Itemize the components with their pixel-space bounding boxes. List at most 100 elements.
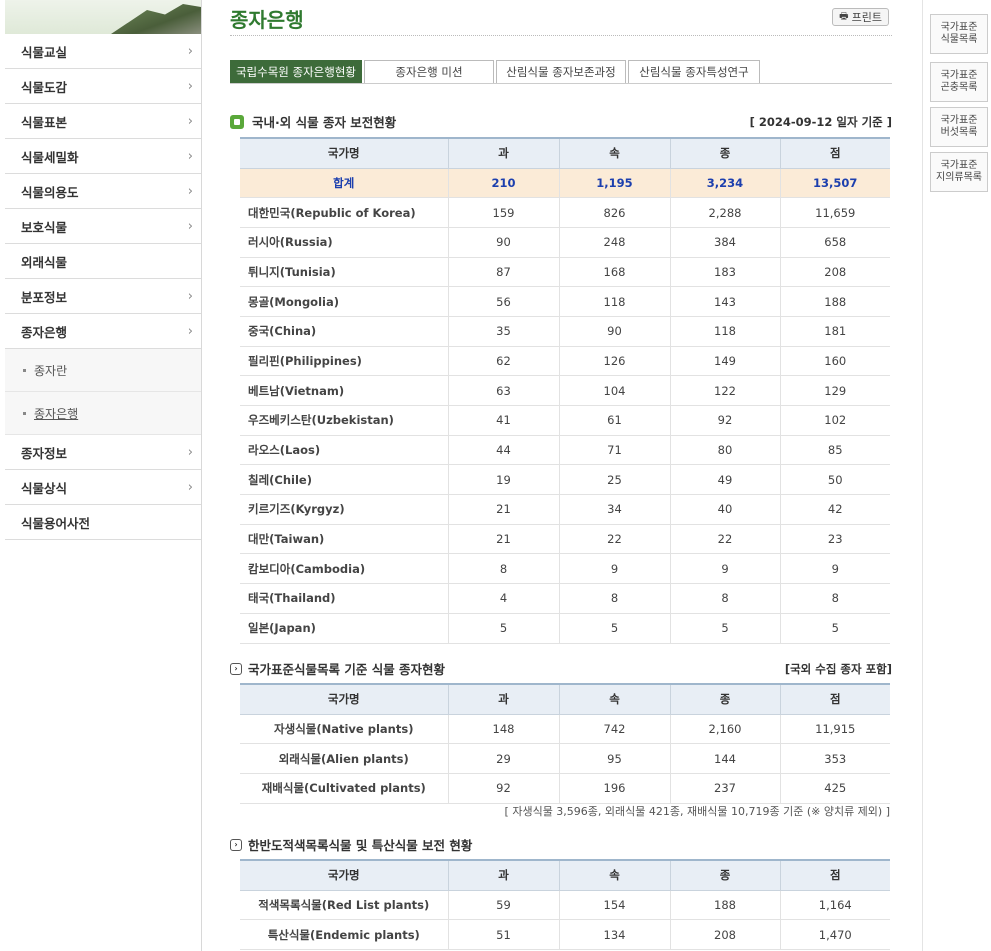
table-cell: 59: [447, 890, 559, 921]
table-cell: 143: [669, 286, 780, 317]
table-cell: 92: [447, 773, 559, 804]
quick-link-button[interactable]: 국가표준 식물목록: [930, 14, 988, 54]
table-cell: 13,507: [779, 168, 890, 199]
tab[interactable]: 종자은행 미션: [364, 60, 494, 83]
column-header: 종: [669, 859, 780, 891]
sidebar-item[interactable]: 식물의용도 ›: [5, 174, 201, 209]
sidebar-item[interactable]: 식물용어사전: [5, 505, 201, 540]
page-title: 종자은행: [230, 8, 304, 32]
table-row: 키르기즈(Kyrgyz) 21 34 40 42: [240, 494, 890, 525]
table-cell: 196: [558, 773, 670, 804]
table-cell: 1,470: [779, 919, 890, 950]
table-cell: 71: [558, 435, 670, 466]
section-standard-list-header: › 국가표준식물목록 기준 식물 종자현황 [국외 수집 종자 포함]: [230, 659, 892, 678]
table-cell: 42: [779, 494, 890, 525]
table-cell: 90: [558, 316, 670, 347]
sidebar-item-label: 식물상식: [21, 480, 68, 496]
sidebar-item-label: 종자정보: [21, 445, 68, 461]
sidebar-subitem-label: 종자란: [34, 363, 68, 378]
column-header: 점: [779, 683, 890, 715]
column-header: 과: [447, 137, 559, 169]
sidebar-item[interactable]: 종자은행 ›: [5, 314, 201, 349]
sidebar-item-label: 식물표본: [21, 114, 68, 130]
table-cell: 5: [669, 613, 780, 644]
table-cell: 4: [447, 583, 559, 614]
table-cell: 29: [447, 743, 559, 774]
chevron-right-icon: ›: [187, 323, 193, 339]
table-cell: 49: [669, 464, 780, 496]
quick-link-line1: 국가표준: [940, 160, 978, 171]
table-row: 재배식물(Cultivated plants) 92 196 237 425: [240, 773, 890, 804]
table-row: 적색목록식물(Red List plants) 59 154 188 1,164: [240, 890, 890, 921]
column-header: 국가명: [240, 683, 448, 715]
print-button[interactable]: 🖶 프린트: [832, 8, 889, 26]
sidebar-subitem[interactable]: 종자은행: [5, 392, 201, 435]
column-header: 점: [779, 137, 890, 169]
table-cell: 61: [558, 405, 670, 436]
table-header-row: 국가명 과 속 종 점: [240, 137, 890, 169]
table-cell: 합계: [240, 168, 448, 199]
table-cell: 우즈베키스탄(Uzbekistan): [240, 405, 448, 436]
sidebar-item[interactable]: 보호식물 ›: [5, 209, 201, 244]
table-cell: 104: [558, 375, 670, 406]
sidebar-item[interactable]: 식물표본 ›: [5, 104, 201, 139]
chevron-right-icon: ›: [187, 183, 193, 199]
table-cell: 튀니지(Tunisia): [240, 257, 448, 288]
column-header: 국가명: [240, 859, 448, 891]
table-row: 베트남(Vietnam) 63 104 122 129: [240, 375, 890, 406]
sidebar-banner-image: [5, 0, 201, 34]
table-cell: 자생식물(Native plants): [240, 714, 448, 745]
quick-link-line2: 지의류목록: [936, 172, 982, 183]
chevron-right-icon: ›: [187, 148, 193, 164]
table-cell: 5: [779, 613, 890, 644]
table-cell: 11,659: [779, 197, 890, 228]
sidebar-item[interactable]: 외래식물: [5, 244, 201, 279]
tab[interactable]: 산림식물 종자특성연구: [628, 60, 760, 83]
table-cell: 118: [669, 316, 780, 347]
sidebar-item[interactable]: 식물상식 ›: [5, 470, 201, 505]
table-row: 자생식물(Native plants) 148 742 2,160 11,915: [240, 714, 890, 745]
table-cell: 353: [779, 743, 890, 774]
table-cell: 특산식물(Endemic plants): [240, 919, 448, 950]
chevron-right-icon: ›: [187, 288, 193, 304]
sidebar-subitem[interactable]: 종자란: [5, 349, 201, 392]
sidebar-item[interactable]: 분포정보 ›: [5, 279, 201, 314]
title-row: 종자은행 🖶 프린트: [230, 0, 892, 36]
table-cell: 87: [447, 257, 559, 288]
table-row: 태국(Thailand) 4 8 8 8: [240, 583, 890, 614]
table-cell: 384: [669, 227, 780, 258]
table-cell: 95: [558, 743, 670, 774]
section-seed-status-header: 국내·외 식물 종자 보전현황 [ 2024-09-12 일자 기준 ]: [230, 112, 892, 131]
sidebar-item[interactable]: 식물교실 ›: [5, 34, 201, 69]
table-cell: 118: [558, 286, 670, 317]
table-row: 대만(Taiwan) 21 22 22 23: [240, 524, 890, 555]
quick-link-button[interactable]: 국가표준 지의류목록: [930, 152, 988, 192]
tab[interactable]: 국립수목원 종자은행현황: [230, 60, 362, 83]
sidebar-item[interactable]: 종자정보 ›: [5, 435, 201, 470]
table-cell: 칠레(Chile): [240, 464, 448, 496]
table-cell: 44: [447, 435, 559, 466]
table-cell: 41: [447, 405, 559, 436]
table-cell: 8: [558, 583, 670, 614]
sidebar-item[interactable]: 식물세밀화 ›: [5, 139, 201, 174]
quick-link-button[interactable]: 국가표준 버섯목록: [930, 107, 988, 147]
table-row: 중국(China) 35 90 118 181: [240, 316, 890, 347]
section-title: 국내·외 식물 종자 보전현황: [252, 115, 397, 130]
sidebar-item[interactable]: 식물도감 ›: [5, 69, 201, 104]
table-cell: 134: [558, 919, 670, 950]
table-row: 러시아(Russia) 90 248 384 658: [240, 227, 890, 258]
table-cell: 160: [779, 346, 890, 377]
table-cell: 237: [669, 773, 780, 804]
table-cell: 러시아(Russia): [240, 227, 448, 258]
table-cell: 129: [779, 375, 890, 406]
table-cell: 181: [779, 316, 890, 347]
table-cell: 9: [779, 553, 890, 585]
section-title: 한반도적색목록식물 및 특산식물 보전 현황: [248, 838, 473, 853]
table-footnote: [ 자생식물 3,596종, 외래식물 421종, 재배식물 10,719종 기…: [504, 805, 890, 818]
quick-link-button[interactable]: 국가표준 곤충목록: [930, 62, 988, 102]
table-row: 특산식물(Endemic plants) 51 134 208 1,470: [240, 919, 890, 950]
table-cell: 208: [669, 919, 780, 950]
table-cell: 8: [447, 553, 559, 585]
tab[interactable]: 산림식물 종자보존과정: [496, 60, 626, 83]
printer-icon: 🖶: [839, 10, 849, 22]
